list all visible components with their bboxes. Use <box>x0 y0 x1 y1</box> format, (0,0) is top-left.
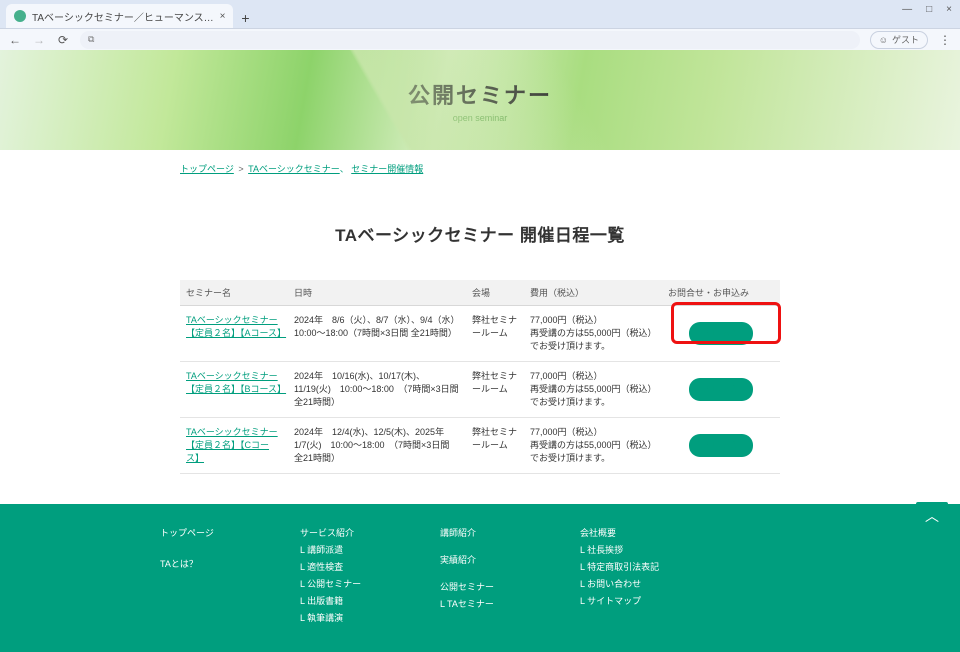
url-input[interactable]: ⧉ <box>80 31 860 49</box>
breadcrumb-sep: > <box>238 164 243 174</box>
browser-chrome: — □ × TAベーシックセミナー／ヒューマンス… × + ← → ⟳ ⧉ ☺ … <box>0 0 960 50</box>
reload-icon[interactable]: ⟳ <box>56 33 70 47</box>
cell-venue: 弊社セミナールーム <box>466 362 524 418</box>
footer: トップページ TAとは？ サービス紹介 L 講師派遣 L 適性検査 L 公開セミ… <box>0 504 960 652</box>
table-row: TAベーシックセミナー【定員２名】【Aコース】2024年 8/6（火）、8/7（… <box>180 306 780 362</box>
footer-link[interactable]: トップページ <box>160 528 214 538</box>
apply-button[interactable]: お申込み <box>689 434 753 457</box>
cell-fee: 77,000円（税込）再受講の方は55,000円（税込）でお受け頂けます。 <box>524 306 662 362</box>
cell-date: 2024年 10/16(水)、10/17(木)、11/19(火) 10:00〜1… <box>288 362 466 418</box>
forward-icon[interactable]: → <box>32 33 46 47</box>
th-venue: 会場 <box>466 280 524 306</box>
th-fee: 費用（税込） <box>524 280 662 306</box>
footer-col-1: トップページ TAとは？ <box>160 522 260 628</box>
tab-title: TAベーシックセミナー／ヒューマンス… <box>32 9 214 24</box>
chevron-up-icon: ︿ <box>925 506 939 526</box>
cell-date: 2024年 12/4(水)、12/5(木)、2025年 1/7(火) 10:00… <box>288 418 466 474</box>
cell-date: 2024年 8/6（火）、8/7（水）、9/4（水） 10:00〜18:00（7… <box>288 306 466 362</box>
seminar-name-link[interactable]: TAベーシックセミナー【定員２名】【Cコース】 <box>186 427 278 463</box>
hero-banner: 公開セミナー open seminar <box>0 50 960 150</box>
footer-col-4: 会社概要 L 社長挨拶 L 特定商取引法表記 L お問い合わせ L サイトマップ <box>580 522 680 628</box>
table-row: TAベーシックセミナー【定員２名】【Cコース】 2024年 12/4(水)、12/… <box>180 418 780 474</box>
footer-link[interactable]: L TAセミナー <box>440 599 494 609</box>
apply-button[interactable]: お申込み <box>689 322 753 345</box>
cell-fee: 77,000円（税込）再受講の方は55,000円（税込）でお受け頂けます。 <box>524 418 662 474</box>
footer-link[interactable]: L お問い合わせ <box>580 579 641 589</box>
footer-link[interactable]: 実績紹介 <box>440 555 476 565</box>
cell-venue: 弊社セミナールーム <box>466 418 524 474</box>
footer-heading: 会社概要 <box>580 526 680 539</box>
user-icon: ☺ <box>879 35 888 45</box>
tab-bar: TAベーシックセミナー／ヒューマンス… × + <box>0 0 960 28</box>
footer-link[interactable]: L 特定商取引法表記 <box>580 562 659 572</box>
guest-profile-button[interactable]: ☺ ゲスト <box>870 31 928 49</box>
tab-close-icon[interactable]: × <box>220 11 226 22</box>
footer-col-2: サービス紹介 L 講師派遣 L 適性検査 L 公開セミナー L 出版書籍 L 執… <box>300 522 400 628</box>
browser-tab[interactable]: TAベーシックセミナー／ヒューマンス… × <box>6 4 233 28</box>
window-min-icon[interactable]: — <box>902 4 912 15</box>
breadcrumb-home[interactable]: トップページ <box>180 164 234 174</box>
footer-link[interactable]: 公開セミナー <box>440 582 494 592</box>
th-apply: お問合せ・お申込み <box>662 280 780 306</box>
footer-link[interactable]: 講師紹介 <box>440 528 476 538</box>
seminar-name-link[interactable]: TAベーシックセミナー【定員２名】【Bコース】 <box>186 371 286 394</box>
site-info-icon[interactable]: ⧉ <box>88 34 94 45</box>
table-header-row: セミナー名 日時 会場 費用（税込） お問合せ・お申込み <box>180 280 780 306</box>
seminar-name-link[interactable]: TAベーシックセミナー【定員２名】【Aコース】 <box>186 315 286 338</box>
footer-link[interactable]: L サイトマップ <box>580 596 641 606</box>
page-title: 公開セミナー <box>408 78 552 110</box>
schedule-table: セミナー名 日時 会場 費用（税込） お問合せ・お申込み TAベーシックセミナー… <box>180 280 780 474</box>
footer-link[interactable]: TAとは？ <box>160 559 198 569</box>
window-max-icon[interactable]: □ <box>926 4 932 15</box>
footer-link[interactable]: L 執筆講演 <box>300 613 343 623</box>
footer-heading: サービス紹介 <box>300 526 400 539</box>
footer-link[interactable]: L 出版書籍 <box>300 596 343 606</box>
content-wrap: トップページ > TAベーシックセミナー、 セミナー開催情報 TAベーシックセミ… <box>180 150 780 474</box>
window-controls: — □ × <box>902 4 952 15</box>
address-bar: ← → ⟳ ⧉ ☺ ゲスト ⋮ <box>0 28 960 50</box>
cell-fee: 77,000円（税込）再受講の方は55,000円（税込）でお受け頂けます。 <box>524 362 662 418</box>
apply-button[interactable]: お申込み <box>689 378 753 401</box>
footer-col-3: 講師紹介 実績紹介 公開セミナー L TAセミナー <box>440 522 540 628</box>
footer-link[interactable]: L 公開セミナー <box>300 579 361 589</box>
back-icon[interactable]: ← <box>8 33 22 47</box>
cell-venue: 弊社セミナールーム <box>466 306 524 362</box>
table-container: セミナー名 日時 会場 費用（税込） お問合せ・お申込み TAベーシックセミナー… <box>180 280 780 474</box>
favicon-icon <box>14 10 26 22</box>
footer-link[interactable]: L 講師派遣 <box>300 545 343 555</box>
footer-link[interactable]: L 社長挨拶 <box>580 545 623 555</box>
section-title: TAベーシックセミナー 開催日程一覧 <box>180 221 780 246</box>
page-subtitle: open seminar <box>453 113 508 123</box>
kebab-menu-icon[interactable]: ⋮ <box>938 33 952 47</box>
breadcrumb: トップページ > TAベーシックセミナー、 セミナー開催情報 <box>180 150 780 183</box>
new-tab-button[interactable]: + <box>235 8 255 28</box>
footer-link[interactable]: L 適性検査 <box>300 562 343 572</box>
table-row: TAベーシックセミナー【定員２名】【Bコース】2024年 10/16(水)、10… <box>180 362 780 418</box>
page-top-button[interactable]: ︿ <box>916 502 948 530</box>
th-date: 日時 <box>288 280 466 306</box>
breadcrumb-link-a[interactable]: TAベーシックセミナー <box>248 164 340 174</box>
breadcrumb-link-b[interactable]: セミナー開催情報 <box>351 164 423 174</box>
window-close-icon[interactable]: × <box>946 4 952 15</box>
th-name: セミナー名 <box>180 280 288 306</box>
